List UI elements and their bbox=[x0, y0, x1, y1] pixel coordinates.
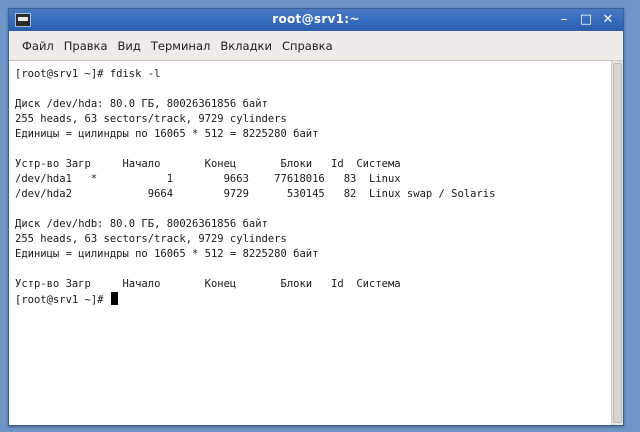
menu-view[interactable]: Вид bbox=[113, 39, 146, 53]
terminal-line: 255 heads, 63 sectors/track, 9729 cylind… bbox=[15, 233, 287, 245]
terminal-line: 255 heads, 63 sectors/track, 9729 cylind… bbox=[15, 113, 287, 125]
terminal-line: Единицы = цилиндры по 16065 * 512 = 8225… bbox=[15, 128, 319, 140]
scrollbar-thumb[interactable] bbox=[613, 63, 622, 423]
terminal-scrollbar[interactable] bbox=[611, 61, 623, 425]
terminal-line: Единицы = цилиндры по 16065 * 512 = 8225… bbox=[15, 248, 319, 260]
window-title: root@srv1:~ bbox=[272, 12, 360, 26]
terminal-line: /dev/hda2 9664 9729 530145 82 Linux swap… bbox=[15, 188, 496, 200]
window-controls: – □ ✕ bbox=[557, 12, 615, 28]
shell-prompt: [root@srv1 ~]# bbox=[15, 294, 110, 306]
terminal-line: /dev/hda1 * 1 9663 77618016 83 Linux bbox=[15, 173, 401, 185]
prompt-line[interactable]: [root@srv1 ~]# bbox=[15, 292, 611, 307]
terminal-line: Устр-во Загр Начало Конец Блоки Id Систе… bbox=[15, 278, 401, 290]
menubar: Файл Правка Вид Терминал Вкладки Справка bbox=[9, 31, 623, 61]
terminal-line: Диск /dev/hdb: 80.0 ГБ, 80026361856 байт bbox=[15, 218, 268, 230]
minimize-icon[interactable]: – bbox=[557, 12, 571, 28]
close-icon[interactable]: ✕ bbox=[601, 12, 615, 28]
terminal-line: Устр-во Загр Начало Конец Блоки Id Систе… bbox=[15, 158, 401, 170]
menu-tabs[interactable]: Вкладки bbox=[215, 39, 277, 53]
terminal-output[interactable]: [root@srv1 ~]# fdisk -l Диск /dev/hda: 8… bbox=[9, 61, 611, 425]
menu-terminal[interactable]: Терминал bbox=[146, 39, 215, 53]
menu-help[interactable]: Справка bbox=[277, 39, 338, 53]
menu-edit[interactable]: Правка bbox=[59, 39, 113, 53]
maximize-icon[interactable]: □ bbox=[579, 12, 593, 28]
text-cursor bbox=[110, 292, 118, 305]
menu-file[interactable]: Файл bbox=[17, 39, 59, 53]
terminal-line: Диск /dev/hda: 80.0 ГБ, 80026361856 байт bbox=[15, 98, 268, 110]
terminal-line: [root@srv1 ~]# fdisk -l bbox=[15, 68, 161, 80]
window-titlebar[interactable]: root@srv1:~ – □ ✕ bbox=[9, 9, 623, 31]
terminal-window: root@srv1:~ – □ ✕ Файл Правка Вид Термин… bbox=[8, 8, 624, 426]
